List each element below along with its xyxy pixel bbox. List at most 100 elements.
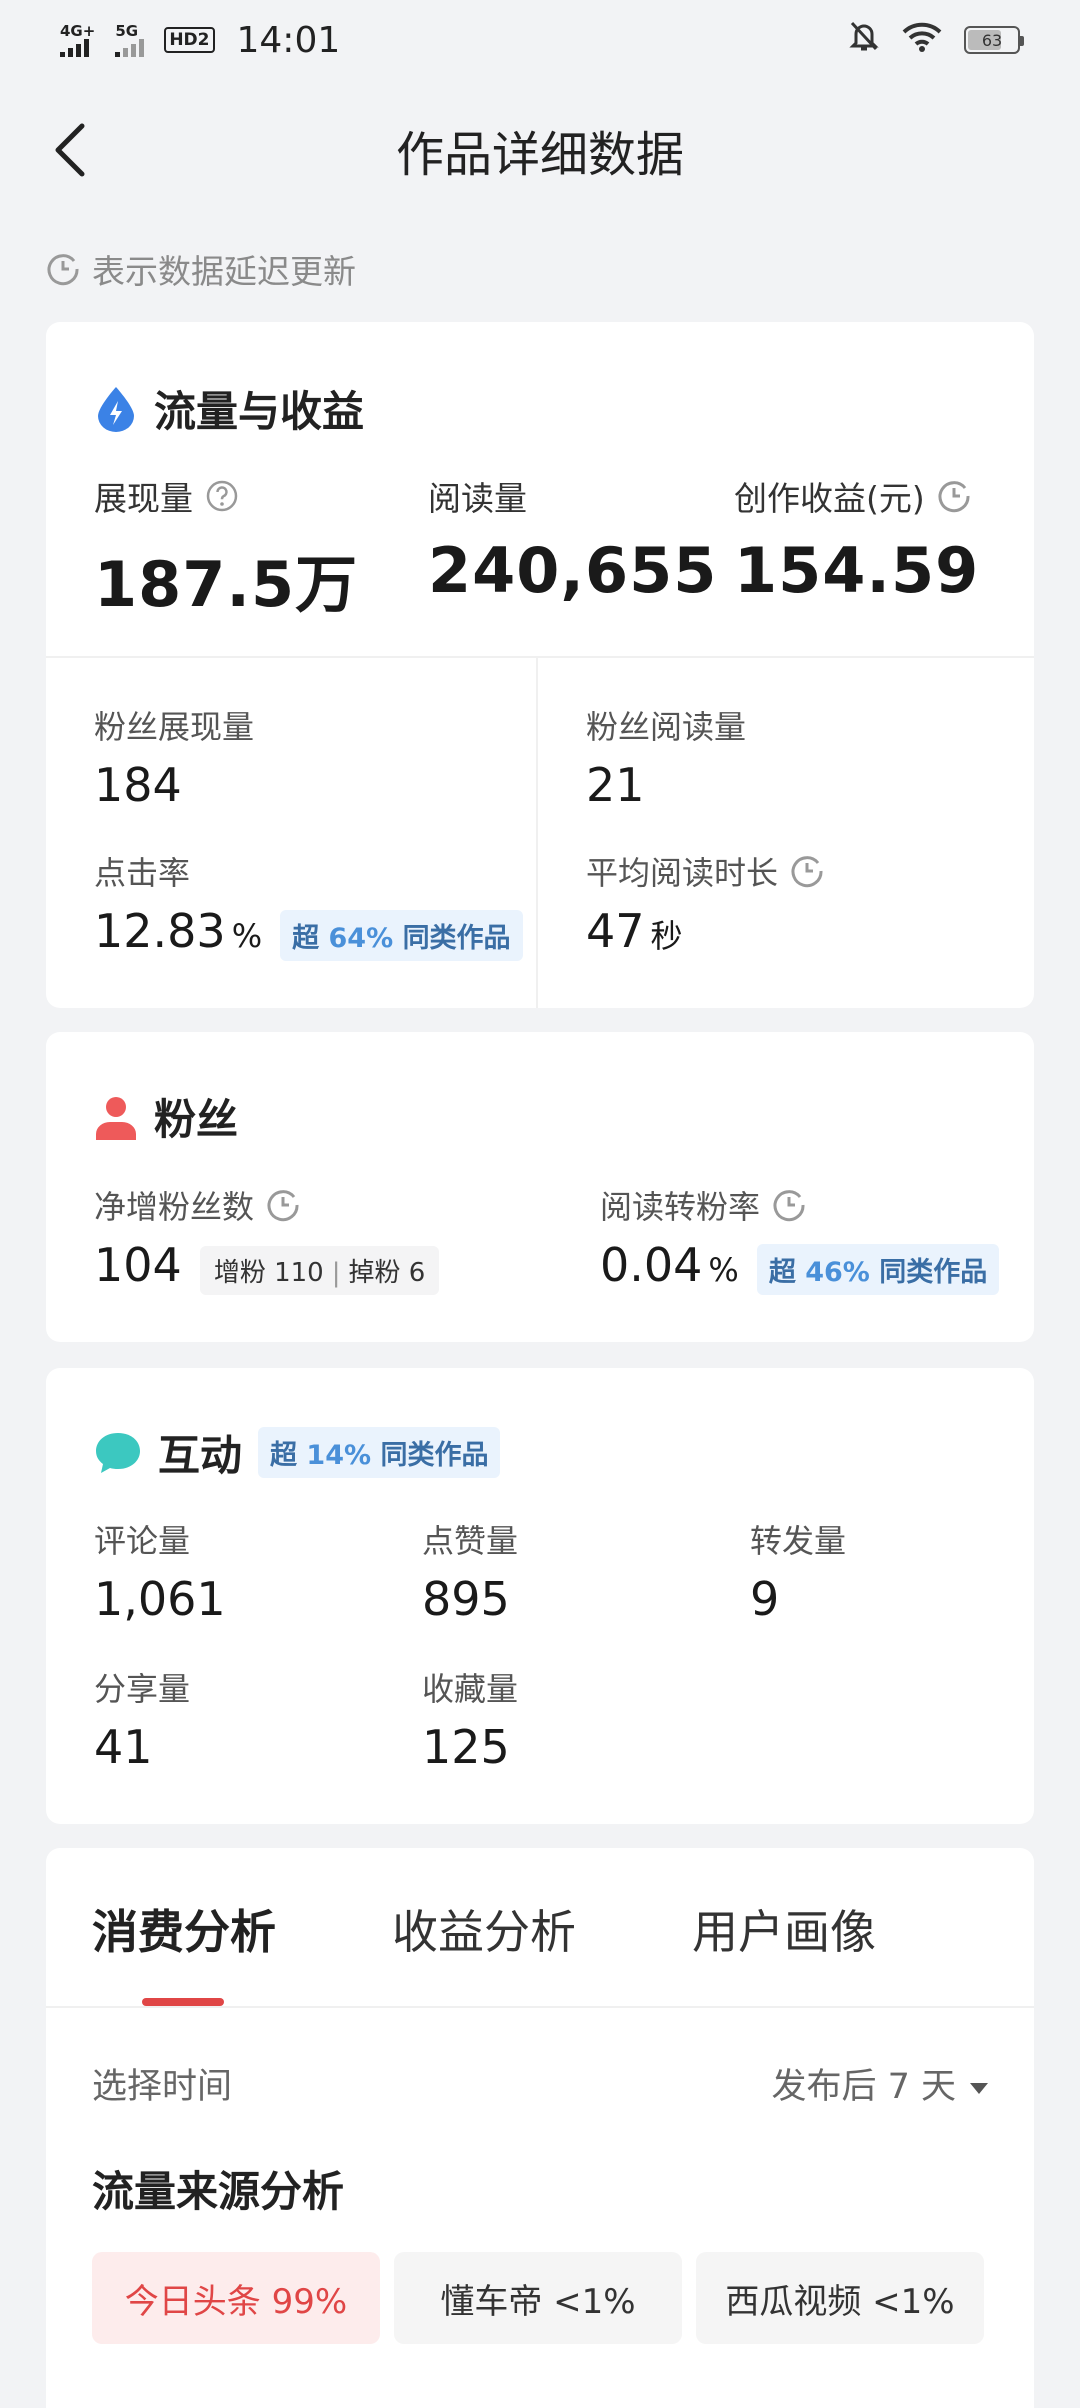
interaction-section-title: 互动 xyxy=(158,1431,243,1480)
favorites-value: 125 xyxy=(422,1720,510,1774)
chevron-left-icon xyxy=(55,123,85,177)
likes-value: 895 xyxy=(422,1572,510,1626)
back-button[interactable] xyxy=(40,120,100,180)
fan-reads-value: 21 xyxy=(586,758,645,812)
mute-bell-icon xyxy=(848,19,880,62)
impressions-value: 187.5万 xyxy=(94,548,359,621)
income-label: 创作收益(元) xyxy=(734,479,925,518)
avg-read-time-value: 47 xyxy=(586,904,645,958)
likes-label: 点赞量 xyxy=(422,1522,519,1560)
wifi-icon xyxy=(902,20,942,61)
interaction-compare-badge: 超 14% 同类作品 xyxy=(258,1427,501,1478)
reads-metric: 阅读量 240,655 xyxy=(428,472,717,607)
fan-reads-metric: 粉丝阅读量 21 xyxy=(586,702,746,812)
gain-label: 增粉 xyxy=(213,1258,266,1288)
person-icon xyxy=(96,1096,136,1140)
time-selector-row: 选择时间 发布后 7 天 xyxy=(92,2058,988,2109)
interaction-section-header: 互动 超 14% 同类作品 xyxy=(94,1422,501,1483)
fans-section-title: 粉丝 xyxy=(154,1095,239,1144)
reads-label: 阅读量 xyxy=(428,479,527,518)
income-value: 154.59 xyxy=(734,534,980,607)
comments-metric: 评论量 1,061 xyxy=(94,1516,226,1626)
interaction-card: 互动 超 14% 同类作品 评论量 1,061 点赞量 895 转发量 9 分享… xyxy=(46,1368,1034,1824)
ctr-value: 12.83 xyxy=(94,904,226,958)
delay-note: 表示数据延迟更新 xyxy=(46,245,356,293)
shares-label: 分享量 xyxy=(94,1670,191,1708)
avg-read-time-label: 平均阅读时长 xyxy=(586,854,779,892)
badge-suffix: 同类作品 xyxy=(879,1257,988,1288)
clock-icon xyxy=(47,254,79,286)
nav-bar: 作品详细数据 xyxy=(0,100,1080,200)
avg-read-time-unit: 秒 xyxy=(650,917,683,955)
ctr-unit: % xyxy=(231,917,263,955)
delay-clock-icon xyxy=(773,1190,805,1222)
conv-compare-badge: 超 46% 同类作品 xyxy=(756,1244,1000,1295)
read-to-fan-label: 阅读转粉率 xyxy=(600,1188,761,1226)
page-title: 作品详细数据 xyxy=(395,127,684,183)
reposts-label: 转发量 xyxy=(750,1522,847,1560)
delay-clock-icon xyxy=(267,1190,299,1222)
net-fans-value: 104 xyxy=(94,1238,182,1292)
signal-2: 5G xyxy=(115,22,145,57)
traffic-section-title: 流量与收益 xyxy=(154,387,365,436)
delay-note-text: 表示数据延迟更新 xyxy=(92,252,356,291)
badge-percent: 14% xyxy=(306,1440,372,1471)
network-type-1: 4G+ xyxy=(60,22,96,40)
status-bar: 4G+ 5G HD2 14:01 63 xyxy=(0,0,1080,80)
favorites-label: 收藏量 xyxy=(422,1670,519,1708)
chat-bubble-icon xyxy=(96,1432,140,1473)
hd-voice-icon: HD2 xyxy=(164,27,215,53)
tab-income[interactable]: 收益分析 xyxy=(392,1896,576,1962)
favorites-metric: 收藏量 125 xyxy=(422,1664,518,1774)
impressions-metric: 展现量 187.5万 xyxy=(94,472,358,624)
traffic-source-chips: 今日头条 99% 懂车帝 <1% 西瓜视频 <1% xyxy=(92,2252,984,2344)
ctr-label: 点击率 xyxy=(94,854,191,892)
delay-clock-icon xyxy=(938,481,970,513)
ctr-metric: 点击率 12.83% 超 64% 同类作品 xyxy=(94,848,523,961)
badge-prefix: 超 xyxy=(270,1440,298,1471)
network-type-2: 5G xyxy=(115,22,139,40)
signal-bars-icon xyxy=(115,39,145,57)
time-selector-label: 选择时间 xyxy=(92,2067,233,2107)
lose-label: 掉粉 xyxy=(348,1258,401,1288)
reposts-value: 9 xyxy=(750,1572,780,1626)
fans-card: 粉丝 净增粉丝数 104 增粉 110 | 掉粉 6 阅读转粉率 0.04% 超 4… xyxy=(46,1032,1034,1342)
net-fans-label: 净增粉丝数 xyxy=(94,1188,255,1226)
likes-metric: 点赞量 895 xyxy=(422,1516,518,1626)
read-to-fan-unit: % xyxy=(708,1251,739,1289)
source-chip-dongchedi[interactable]: 懂车帝 <1% xyxy=(394,2252,682,2344)
tab-consumption[interactable]: 消费分析 xyxy=(92,1896,276,1962)
gain-value: 110 xyxy=(274,1258,324,1288)
net-fans-metric: 净增粉丝数 104 增粉 110 | 掉粉 6 xyxy=(94,1182,440,1295)
tab-user-profile[interactable]: 用户画像 xyxy=(692,1896,876,1962)
read-to-fan-metric: 阅读转粉率 0.04% 超 46% 同类作品 xyxy=(600,1182,1000,1295)
impressions-label: 展现量 xyxy=(94,479,193,518)
shares-value: 41 xyxy=(94,1720,153,1774)
time-selector-dropdown[interactable]: 发布后 7 天 xyxy=(771,2058,988,2109)
delay-clock-icon xyxy=(791,856,823,888)
traffic-source-title: 流量来源分析 xyxy=(92,2167,345,2216)
ctr-compare-badge: 超 64% 同类作品 xyxy=(280,910,523,961)
fans-section-header: 粉丝 xyxy=(94,1086,238,1147)
traffic-drop-icon xyxy=(98,386,134,432)
read-to-fan-value: 0.04 xyxy=(600,1238,703,1292)
source-chip-xigua[interactable]: 西瓜视频 <1% xyxy=(696,2252,984,2344)
caret-down-icon xyxy=(970,2082,988,2094)
analysis-tabs: 消费分析 收益分析 用户画像 xyxy=(46,1848,1034,2008)
fans-gain-loss-pill: 增粉 110 | 掉粉 6 xyxy=(199,1246,440,1295)
comments-label: 评论量 xyxy=(94,1522,191,1560)
time-selector-value: 发布后 7 天 xyxy=(771,2067,956,2107)
badge-percent: 64% xyxy=(328,923,394,954)
reposts-metric: 转发量 9 xyxy=(750,1516,846,1626)
divider xyxy=(46,656,1034,658)
battery-level: 63 xyxy=(981,30,1003,50)
fan-impressions-label: 粉丝展现量 xyxy=(94,708,255,746)
lose-value: 6 xyxy=(408,1258,426,1288)
active-tab-indicator xyxy=(142,1998,224,2006)
shares-metric: 分享量 41 xyxy=(94,1664,190,1774)
pill-separator: | xyxy=(331,1258,341,1288)
source-chip-toutiao[interactable]: 今日头条 99% xyxy=(92,2252,380,2344)
help-icon[interactable] xyxy=(205,479,239,513)
badge-prefix: 超 xyxy=(768,1257,796,1288)
fan-impressions-metric: 粉丝展现量 184 xyxy=(94,702,254,812)
